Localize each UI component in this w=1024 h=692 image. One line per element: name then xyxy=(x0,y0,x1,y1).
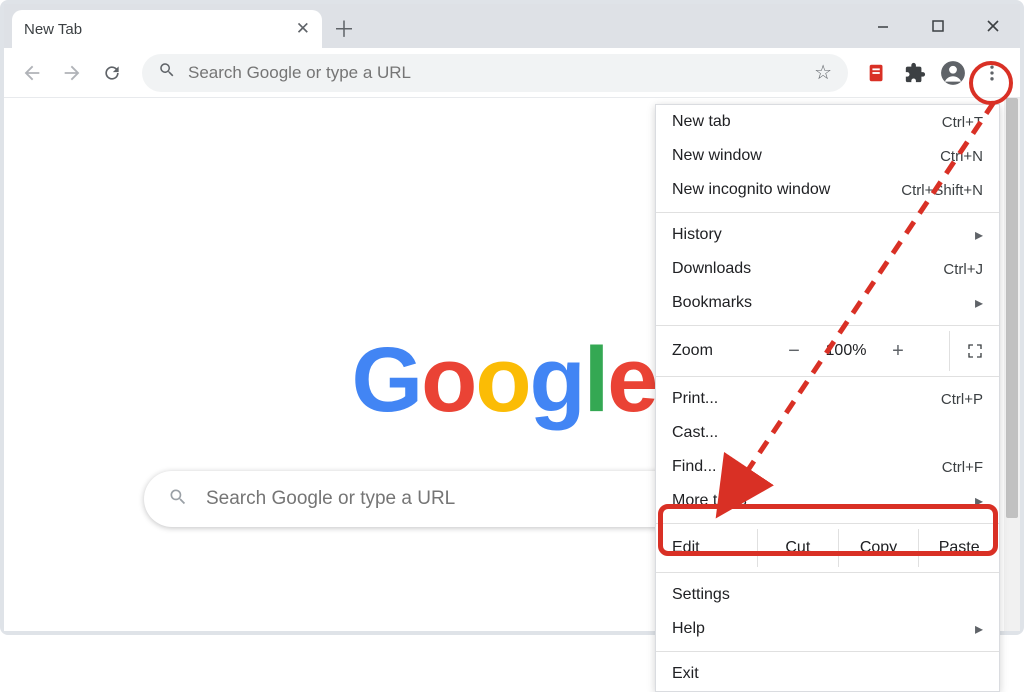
menu-print[interactable]: Print... Ctrl+P xyxy=(656,382,999,416)
zoom-out-button[interactable]: − xyxy=(772,340,816,363)
chevron-right-icon: ▸ xyxy=(975,619,983,639)
menu-new-tab[interactable]: New tab Ctrl+T xyxy=(656,105,999,139)
minimize-button[interactable] xyxy=(855,4,910,48)
search-icon xyxy=(158,61,176,84)
menu-item-label: New tab xyxy=(672,113,731,131)
menu-item-shortcut: Ctrl+Shift+N xyxy=(901,182,983,199)
chrome-menu-button[interactable] xyxy=(974,55,1010,91)
fullscreen-button[interactable] xyxy=(949,331,999,371)
menu-edit-row: Edit Cut Copy Paste xyxy=(656,529,999,567)
menu-item-label: Downloads xyxy=(672,260,751,278)
menu-item-shortcut: Ctrl+P xyxy=(941,391,983,408)
menu-item-label: History xyxy=(672,226,722,244)
menu-incognito[interactable]: New incognito window Ctrl+Shift+N xyxy=(656,173,999,207)
menu-divider xyxy=(656,325,999,326)
menu-item-label: Settings xyxy=(672,586,730,604)
menu-cast[interactable]: Cast... xyxy=(656,416,999,450)
search-icon xyxy=(168,487,188,512)
bookmark-star-icon[interactable]: ☆ xyxy=(814,60,832,85)
menu-item-label: More tools xyxy=(672,492,747,510)
extension-icon[interactable] xyxy=(860,56,894,90)
menu-item-label: Bookmarks xyxy=(672,294,752,312)
close-window-button[interactable] xyxy=(965,4,1020,48)
menu-help[interactable]: Help ▸ xyxy=(656,612,999,646)
menu-item-label: Help xyxy=(672,620,705,638)
menu-downloads[interactable]: Downloads Ctrl+J xyxy=(656,252,999,286)
title-bar: New Tab ✕ ＋ xyxy=(4,4,1020,48)
menu-history[interactable]: History ▸ xyxy=(656,218,999,252)
menu-divider xyxy=(656,572,999,573)
address-bar[interactable]: ☆ xyxy=(142,54,848,92)
menu-item-label: Exit xyxy=(672,665,699,683)
vertical-scrollbar[interactable] xyxy=(1004,98,1020,631)
zoom-level: 100% xyxy=(816,342,876,360)
back-button[interactable] xyxy=(14,55,50,91)
menu-item-shortcut: Ctrl+T xyxy=(942,114,983,131)
menu-zoom-row: Zoom − 100% + xyxy=(656,331,999,371)
reload-button[interactable] xyxy=(94,55,130,91)
new-tab-button[interactable]: ＋ xyxy=(328,12,360,44)
menu-more-tools[interactable]: More tools ▸ xyxy=(656,484,999,518)
chevron-right-icon: ▸ xyxy=(975,225,983,245)
menu-item-label: Cast... xyxy=(672,424,718,442)
menu-item-label: Print... xyxy=(672,390,718,408)
maximize-button[interactable] xyxy=(910,4,965,48)
menu-paste-button[interactable]: Paste xyxy=(918,529,999,567)
menu-find[interactable]: Find... Ctrl+F xyxy=(656,450,999,484)
menu-divider xyxy=(656,523,999,524)
chrome-menu: New tab Ctrl+T New window Ctrl+N New inc… xyxy=(655,104,1000,692)
menu-divider xyxy=(656,651,999,652)
menu-divider xyxy=(656,212,999,213)
forward-button[interactable] xyxy=(54,55,90,91)
menu-new-window[interactable]: New window Ctrl+N xyxy=(656,139,999,173)
profile-avatar-icon[interactable] xyxy=(936,56,970,90)
menu-exit[interactable]: Exit xyxy=(656,657,999,691)
menu-item-label: New window xyxy=(672,147,762,165)
close-tab-icon[interactable]: ✕ xyxy=(296,19,310,39)
window-controls xyxy=(855,4,1020,48)
browser-tab[interactable]: New Tab ✕ xyxy=(12,10,322,48)
toolbar: ☆ xyxy=(4,48,1020,98)
menu-zoom-label: Zoom xyxy=(672,342,772,360)
menu-copy-button[interactable]: Copy xyxy=(838,529,919,567)
scrollbar-thumb[interactable] xyxy=(1006,98,1018,518)
menu-edit-label: Edit xyxy=(672,539,757,557)
menu-item-shortcut: Ctrl+F xyxy=(942,459,983,476)
omnibox-input[interactable] xyxy=(188,63,802,83)
menu-item-shortcut: Ctrl+J xyxy=(943,261,983,278)
menu-cut-button[interactable]: Cut xyxy=(757,529,838,567)
chevron-right-icon: ▸ xyxy=(975,293,983,313)
menu-item-label: New incognito window xyxy=(672,181,830,199)
chevron-right-icon: ▸ xyxy=(975,491,983,511)
extensions-puzzle-icon[interactable] xyxy=(898,56,932,90)
zoom-in-button[interactable]: + xyxy=(876,340,920,363)
menu-divider xyxy=(656,376,999,377)
menu-settings[interactable]: Settings xyxy=(656,578,999,612)
tab-title: New Tab xyxy=(24,21,82,38)
google-logo: Google xyxy=(352,328,657,433)
menu-item-shortcut: Ctrl+N xyxy=(940,148,983,165)
menu-bookmarks[interactable]: Bookmarks ▸ xyxy=(656,286,999,320)
menu-item-label: Find... xyxy=(672,458,716,476)
